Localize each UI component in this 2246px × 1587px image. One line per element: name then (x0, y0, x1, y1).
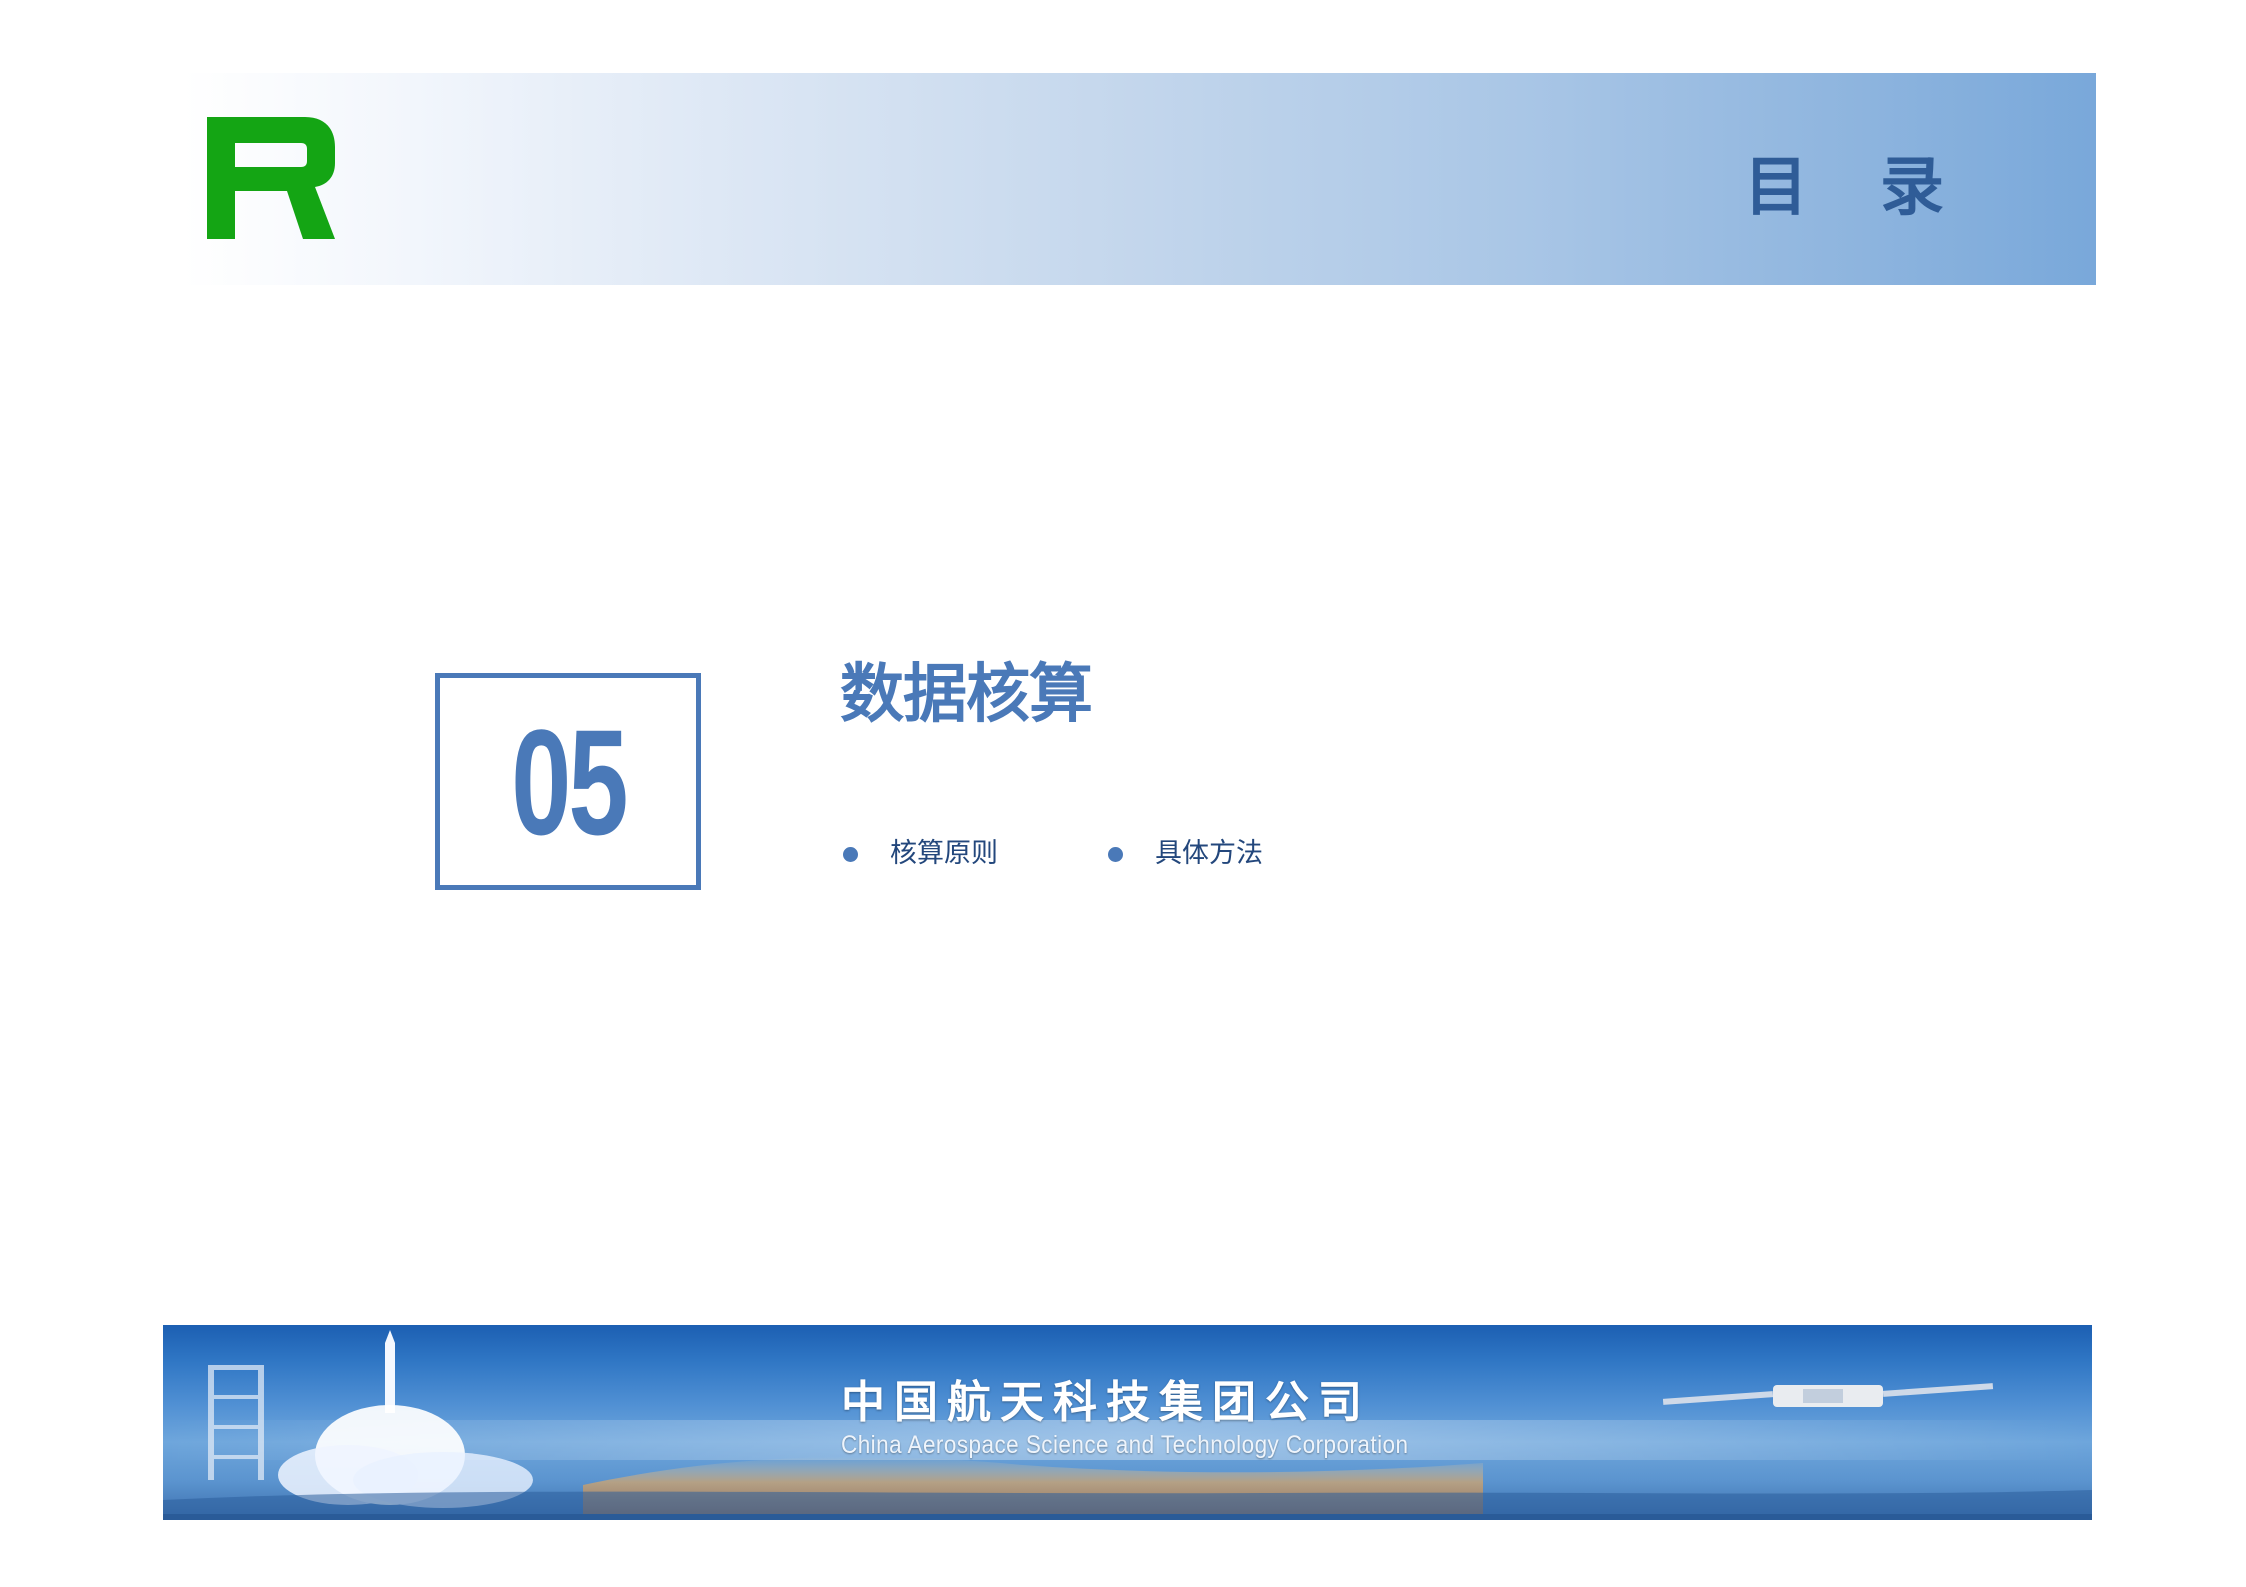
section-number: 05 (510, 697, 628, 866)
corp-name-en: China Aerospace Science and Technology C… (841, 1431, 1409, 1459)
bullet-icon (1108, 846, 1123, 862)
section-title: 数据核算 (840, 658, 1093, 732)
corp-name-cn: 中国航天科技集团公司 (841, 1377, 1371, 1428)
subtopic-list: 核算原则 具体方法 (843, 836, 1263, 872)
section-number-box: 05 (435, 673, 701, 890)
subtopic-item: 具体方法 (1108, 836, 1263, 872)
subtopic-item: 核算原则 (843, 836, 998, 872)
subtopic-label: 核算原则 (890, 838, 998, 869)
brand-logo-icon (207, 117, 335, 239)
subtopic-label: 具体方法 (1155, 838, 1263, 869)
page-title: 目录 (1744, 151, 2016, 225)
bullet-icon (843, 846, 858, 862)
footer-banner: 中国航天科技集团公司 China Aerospace Science and T… (163, 1325, 2092, 1520)
